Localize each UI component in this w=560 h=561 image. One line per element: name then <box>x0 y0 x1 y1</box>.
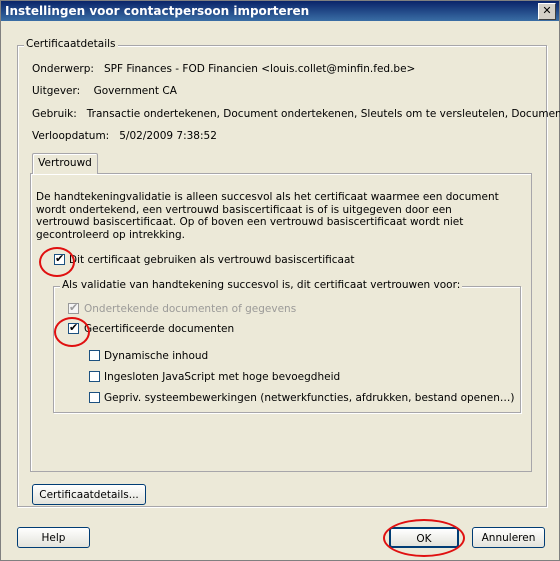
import-contact-dialog: Instellingen voor contactpersoon importe… <box>0 0 560 561</box>
privileged-ops-checkbox[interactable] <box>89 392 100 403</box>
expiry-label: Verloopdatum: <box>32 130 110 142</box>
signed-docs-label: Ondertekende documenten of gegevens <box>84 303 297 315</box>
close-icon[interactable]: ✕ <box>538 3 556 20</box>
expiry-row: Verloopdatum: 5/02/2009 7:38:52 <box>32 130 217 142</box>
dynamic-content-label: Dynamische inhoud <box>104 350 209 362</box>
trust-description: De handtekeningvalidatie is alleen succe… <box>36 191 499 241</box>
usage-label: Gebruik: <box>32 108 77 120</box>
usage-value: Transactie ondertekenen, Document ondert… <box>86 108 560 120</box>
subject-label: Onderwerp: <box>32 63 94 75</box>
issuer-value: Government CA <box>93 85 177 97</box>
signed-docs-checkbox[interactable] <box>68 301 79 314</box>
help-button[interactable]: Help <box>17 527 90 548</box>
title-bar[interactable]: Instellingen voor contactpersoon importe… <box>1 1 559 21</box>
certificate-details-group-title: Certificaatdetails <box>24 38 118 50</box>
embedded-js-label: Ingesloten JavaScript met hoge bevoegdhe… <box>104 371 341 383</box>
root-cert-checkbox[interactable] <box>54 252 65 265</box>
privileged-ops-label: Gepriv. systeembewerkingen (netwerkfunct… <box>104 392 515 404</box>
subject-value: SPF Finances - FOD Financien <louis.coll… <box>103 63 416 75</box>
window-title: Instellingen voor contactpersoon importe… <box>5 4 310 18</box>
ok-button[interactable]: OK <box>389 527 459 548</box>
embedded-js-checkbox[interactable] <box>89 371 100 382</box>
expiry-value: 5/02/2009 7:38:52 <box>119 130 217 142</box>
certified-docs-checkbox[interactable] <box>68 321 79 334</box>
trust-for-group-title: Als validatie van handtekening succesvol… <box>60 279 463 291</box>
cancel-button[interactable]: Annuleren <box>472 527 545 548</box>
issuer-label: Uitgever: <box>32 85 81 97</box>
root-cert-checkbox-label: Dit certificaat gebruiken als vertrouwd … <box>69 254 355 266</box>
subject-row: Onderwerp: SPF Finances - FOD Financien … <box>32 63 415 75</box>
dynamic-content-checkbox[interactable] <box>89 350 100 361</box>
certificate-details-button[interactable]: Certificaatdetails... <box>32 484 146 505</box>
certified-docs-label: Gecertificeerde documenten <box>84 323 235 335</box>
tab-trusted[interactable]: Vertrouwd <box>32 153 98 174</box>
usage-row: Gebruik: Transactie ondertekenen, Docume… <box>32 108 560 120</box>
issuer-row: Uitgever: Government CA <box>32 85 177 97</box>
